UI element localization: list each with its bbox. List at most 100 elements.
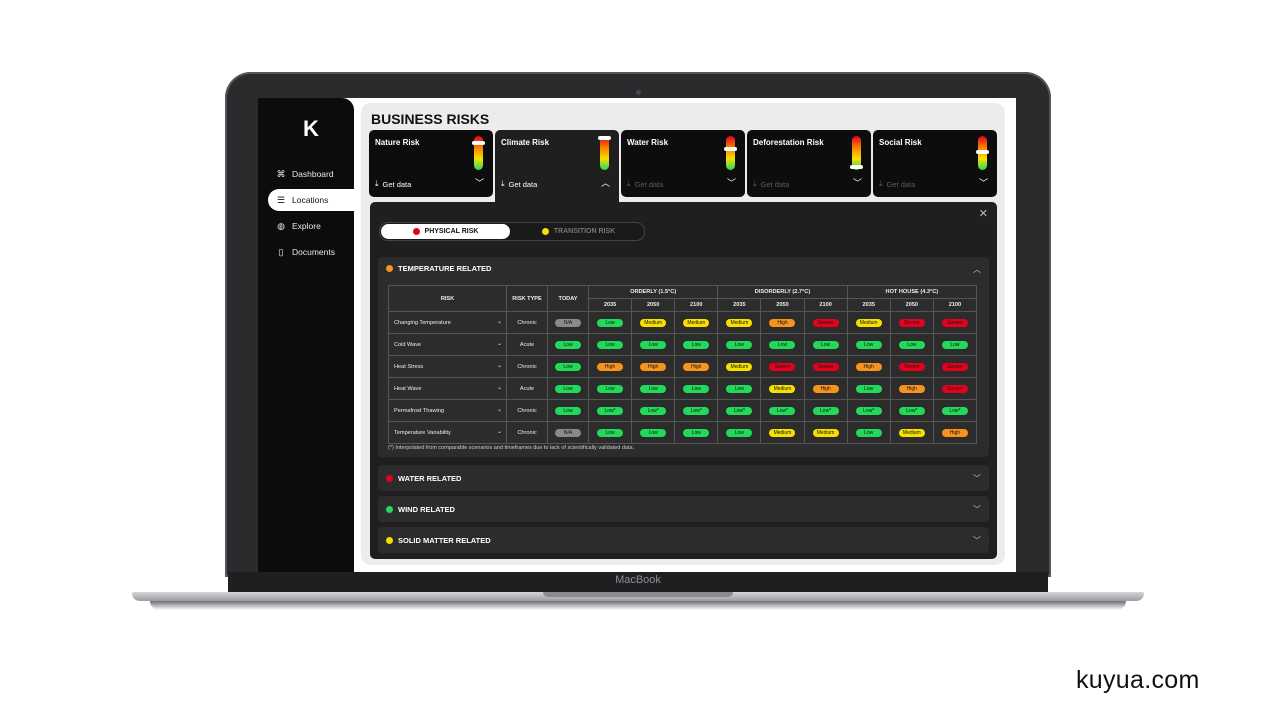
risk-card[interactable]: Climate Risk ⤓ Get data ︿ [495, 130, 619, 202]
risk-type-cell: Acute [506, 377, 548, 400]
risk-level-pill: High [812, 384, 839, 393]
risk-card-title: Social Risk [879, 138, 922, 147]
risk-level-pill: Medium [769, 384, 796, 393]
risk-type-cell: Chronic [506, 421, 548, 444]
scenario-cell: Low [760, 333, 805, 356]
chevron-down-icon[interactable]: ⌄ [497, 340, 502, 347]
chevron-down-icon[interactable]: ﹀ [475, 176, 484, 189]
scenario-cell: High [846, 355, 891, 378]
scenario-cell: Low [587, 377, 633, 400]
section-title: WATER RELATED [398, 473, 462, 483]
sidebar-item-explore[interactable]: ◍ Explore [268, 215, 354, 237]
get-data-button[interactable]: ⤓ Get data [501, 179, 537, 189]
chevron-up-icon[interactable]: ︿ [601, 176, 610, 189]
risk-level-pill: Medium [769, 428, 796, 437]
scenario-cell: Low* [846, 399, 891, 422]
scenario-cell: Medium [889, 421, 934, 444]
chevron-down-icon[interactable]: ⌄ [497, 406, 502, 413]
risk-level-pill: Severe [898, 362, 925, 371]
risk-level-pill: Low [597, 340, 624, 349]
chevron-down-icon[interactable]: ﹀ [973, 535, 981, 546]
risk-level-pill: Low [855, 340, 882, 349]
transition-risk-tab[interactable]: TRANSITION RISK [514, 224, 643, 239]
chevron-down-icon[interactable]: ﹀ [727, 176, 736, 189]
command-icon: ⌘ [276, 168, 286, 179]
solid-matter-section-header[interactable]: SOLID MATTER RELATED [386, 527, 491, 553]
scenario-cell: High [674, 355, 719, 378]
get-data-button[interactable]: ⤓ Get data [753, 179, 789, 189]
risk-name: Permafrost Thawing [394, 407, 444, 414]
scenario-cell: High [803, 377, 848, 400]
risk-level-pill: Medium [726, 362, 753, 371]
solid-matter-section[interactable]: SOLID MATTER RELATED ﹀ [378, 527, 989, 553]
water-section[interactable]: WATER RELATED ﹀ [378, 465, 989, 491]
scenario-cell: Medium [674, 311, 719, 334]
year-header: 2050 [631, 298, 676, 312]
chevron-up-icon[interactable]: ︿ [973, 264, 981, 275]
physical-risk-tab[interactable]: PHYSICAL RISK [381, 224, 510, 239]
wind-section-header[interactable]: WIND RELATED [386, 496, 455, 522]
app-logo[interactable]: K [303, 116, 319, 142]
wind-section[interactable]: WIND RELATED ﹀ [378, 496, 989, 522]
today-cell: Low [547, 377, 589, 400]
scenario-cell: Low [803, 333, 848, 356]
risk-card[interactable]: Social Risk ⤓ Get data ﹀ [873, 130, 997, 197]
risk-level-pill: N/A [555, 428, 581, 437]
chevron-down-icon[interactable]: ⌄ [497, 384, 502, 391]
sidebar-item-locations[interactable]: ☰ Locations [268, 189, 354, 211]
laptop-notch [543, 592, 733, 597]
risk-level-pill: Medium [726, 318, 753, 327]
yellow-dot-icon [541, 228, 549, 235]
list-icon: ☰ [276, 194, 286, 205]
close-icon[interactable]: ✕ [979, 207, 988, 220]
chevron-down-icon[interactable]: ﹀ [973, 473, 981, 484]
risk-name-cell[interactable]: Heat Wave ⌄ [388, 377, 507, 400]
scenario-cell: Low* [803, 399, 848, 422]
scenario-cell: Severe [889, 311, 934, 334]
get-data-button[interactable]: ⤓ Get data [627, 179, 663, 189]
scenario-cell: Low [674, 421, 719, 444]
header-risk-type: RISK TYPE [506, 285, 548, 312]
section-title: TEMPERATURE RELATED [398, 263, 492, 273]
risk-name-cell[interactable]: Changing Temperature ⌄ [388, 311, 507, 334]
risk-name-cell[interactable]: Heat Stress ⌄ [388, 355, 507, 378]
header-hothouse: HOT HOUSE (4.3°C) [846, 285, 978, 299]
risk-level-pill: Low* [812, 406, 839, 415]
chevron-down-icon[interactable]: ﹀ [853, 176, 862, 189]
chevron-down-icon[interactable]: ⌄ [497, 318, 502, 325]
risk-name-cell[interactable]: Cold Wave ⌄ [388, 333, 507, 356]
scenario-cell: Medium [717, 311, 762, 334]
risk-level-pill: Low [640, 340, 667, 349]
sidebar-item-dashboard[interactable]: ⌘ Dashboard [268, 163, 354, 185]
risk-card[interactable]: Water Risk ⤓ Get data ﹀ [621, 130, 745, 197]
scenario-cell: Medium [717, 355, 762, 378]
section-title: WIND RELATED [398, 504, 455, 514]
chevron-down-icon[interactable]: ⌄ [497, 428, 502, 435]
scenario-cell: Low [717, 333, 762, 356]
risk-name-cell[interactable]: Temperature Variability ⌄ [388, 421, 507, 444]
risk-card[interactable]: Deforestation Risk ⤓ Get data ﹀ [747, 130, 871, 197]
sidebar-item-documents[interactable]: ▯ Documents [268, 241, 354, 263]
sidebar: K ⌘ Dashboard ☰ Locations ◍ Explore ▯ Do… [258, 98, 354, 572]
water-section-header[interactable]: WATER RELATED [386, 465, 461, 491]
risk-level-pill: Severe [812, 362, 839, 371]
scenario-cell: Low [889, 333, 934, 356]
get-data-button[interactable]: ⤓ Get data [375, 179, 411, 189]
scenario-cell: Low* [932, 399, 978, 422]
today-cell: N/A [547, 311, 589, 334]
year-header: 2100 [674, 298, 719, 312]
risk-gauge [600, 136, 609, 170]
risk-name-cell[interactable]: Permafrost Thawing ⌄ [388, 399, 507, 422]
year-header: 2035 [587, 298, 633, 312]
risk-level-pill: Severe [941, 384, 968, 393]
chevron-down-icon[interactable]: ﹀ [979, 176, 988, 189]
get-data-label: Get data [760, 179, 790, 189]
risk-level-pill: Low [726, 384, 753, 393]
chevron-down-icon[interactable]: ﹀ [973, 504, 981, 515]
temperature-section-header[interactable]: TEMPERATURE RELATED [386, 257, 491, 279]
get-data-button[interactable]: ⤓ Get data [879, 179, 915, 189]
risk-card[interactable]: Nature Risk ⤓ Get data ﹀ [369, 130, 493, 197]
risk-level-pill: Severe [898, 318, 925, 327]
risk-level-pill: Low [726, 340, 753, 349]
chevron-down-icon[interactable]: ⌄ [497, 362, 502, 369]
